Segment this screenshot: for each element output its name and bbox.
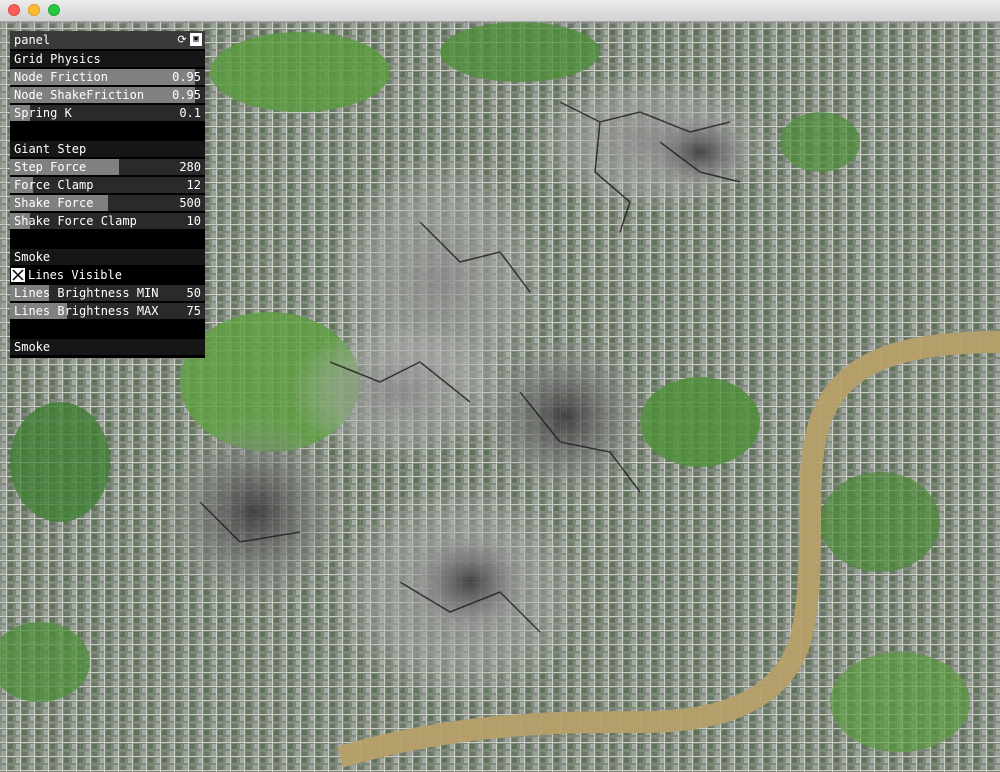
panel-title: panel [14, 33, 51, 47]
slider-step-force[interactable]: Step Force 280 [10, 159, 205, 175]
slider-value: 500 [179, 196, 201, 210]
slider-label: Shake Force Clamp [14, 214, 137, 228]
slider-lines-brightness-max[interactable]: Lines Brightness MAX 75 [10, 303, 205, 319]
slider-label: Force Clamp [14, 178, 94, 192]
app-window: panel ⟳ ▣ Grid Physics Node Friction 0.9… [0, 0, 1000, 772]
spacer [10, 123, 205, 139]
slider-label: Spring K [14, 106, 72, 120]
group-header-giant-step[interactable]: Giant Step [10, 141, 205, 157]
window-titlebar [0, 0, 1000, 22]
toggle-label: Lines Visible [28, 268, 122, 282]
slider-value: 10 [186, 214, 201, 228]
slider-value: 50 [186, 286, 201, 300]
slider-value: 0.95 [172, 70, 201, 84]
save-icon[interactable]: ▣ [190, 33, 202, 46]
slider-label: Step Force [14, 160, 87, 174]
checkbox-x-icon [12, 269, 24, 281]
slider-value: 0.1 [179, 106, 201, 120]
slider-lines-brightness-min[interactable]: Lines Brightness MIN 50 [10, 285, 205, 301]
slider-shake-force-clamp[interactable]: Shake Force Clamp 10 [10, 213, 205, 229]
slider-value: 75 [186, 304, 201, 318]
slider-label: Shake Force [14, 196, 94, 210]
toggle-lines-visible[interactable]: Lines Visible [10, 267, 205, 283]
group-header-smoke[interactable]: Smoke [10, 249, 205, 265]
slider-label: Lines Brightness MIN [14, 286, 159, 300]
slider-value: 12 [186, 178, 201, 192]
group-title: Giant Step [14, 142, 87, 156]
slider-label: Lines Brightness MAX [14, 304, 159, 318]
slider-spring-k[interactable]: Spring K 0.1 [10, 105, 205, 121]
slider-label: Node ShakeFriction [14, 88, 145, 102]
slider-force-clamp[interactable]: Force Clamp 12 [10, 177, 205, 193]
slider-value: 280 [179, 160, 201, 174]
zoom-button[interactable] [48, 4, 60, 16]
checkbox[interactable] [11, 268, 25, 282]
slider-label: Node Friction [14, 70, 108, 84]
panel-header[interactable]: panel ⟳ ▣ [10, 31, 205, 49]
group-title: Smoke [14, 340, 51, 354]
slider-value: 0.95 [172, 88, 201, 102]
reload-icon[interactable]: ⟳ [176, 33, 188, 46]
slider-node-friction[interactable]: Node Friction 0.95 [10, 69, 205, 85]
group-title: Grid Physics [14, 52, 101, 66]
spacer [10, 231, 205, 247]
control-panel: panel ⟳ ▣ Grid Physics Node Friction 0.9… [10, 31, 205, 358]
spacer [10, 321, 205, 337]
group-title: Smoke [14, 250, 51, 264]
minimize-button[interactable] [28, 4, 40, 16]
group-header-smoke-2[interactable]: Smoke [10, 339, 205, 355]
group-header-grid-physics[interactable]: Grid Physics [10, 51, 205, 67]
close-button[interactable] [8, 4, 20, 16]
slider-shake-force[interactable]: Shake Force 500 [10, 195, 205, 211]
slider-node-shakefriction[interactable]: Node ShakeFriction 0.95 [10, 87, 205, 103]
